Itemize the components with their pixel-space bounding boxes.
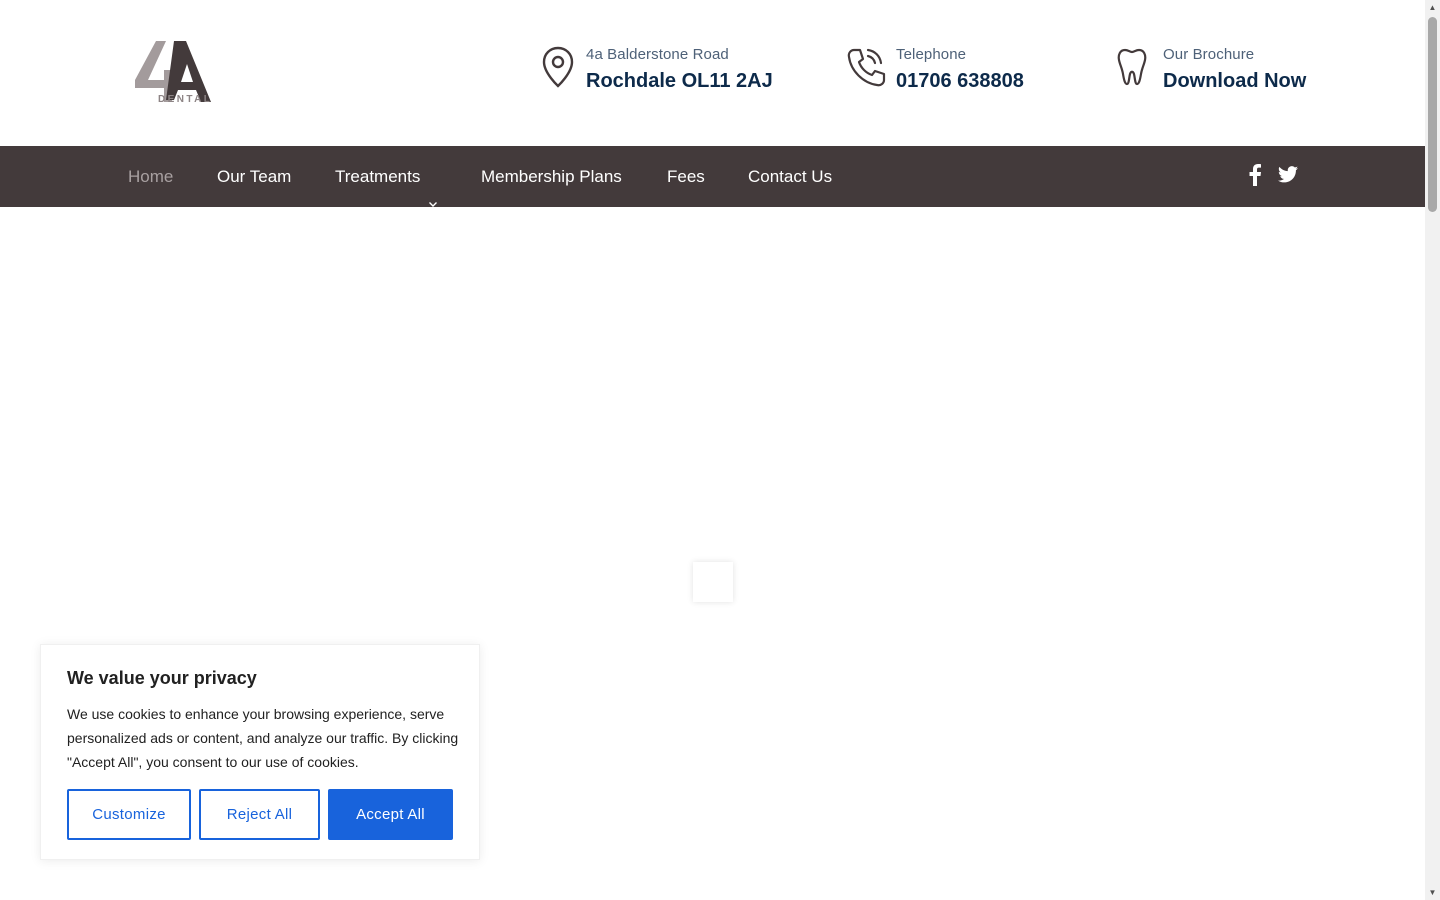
accept-all-button[interactable]: Accept All [328,789,453,840]
cookie-description: We use cookies to enhance your browsing … [67,706,459,770]
chevron-down-icon [428,173,438,207]
site-logo[interactable]: DENTAL [134,40,214,106]
logo-subtext: DENTAL [158,94,213,105]
nav-item-contact-us[interactable]: Contact Us [748,146,832,207]
page-scrollbar[interactable]: ▲ ▼ [1425,0,1440,900]
cookie-title: We value your privacy [67,668,257,688]
page-loader [693,562,733,602]
nav-item-membership-plans[interactable]: Membership Plans [481,146,622,207]
tooth-icon [1116,46,1153,88]
phone-label: Telephone [896,46,967,63]
nav-item-fees[interactable]: Fees [667,146,705,207]
scroll-down-arrow-icon[interactable]: ▼ [1425,885,1440,900]
scroll-up-arrow-icon[interactable]: ▲ [1425,0,1440,15]
phone-number[interactable]: 01706 638808 [896,66,1024,96]
customize-button[interactable]: Customize [67,789,191,840]
page: DENTAL 4a Balderstone Road Rochdale OL11… [0,0,1440,900]
nav-item-our-team[interactable]: Our Team [217,146,291,207]
reject-all-button[interactable]: Reject All [199,789,320,840]
nav-item-treatments[interactable]: Treatments [335,146,438,207]
address-city: Rochdale OL11 2AJ [586,70,773,92]
main-nav: Home Our Team Treatments Membership Plan… [0,146,1425,207]
twitter-icon[interactable] [1278,166,1298,188]
brochure-download-link[interactable]: Download Now [1163,66,1306,96]
address-line: 4a Balderstone Road [586,46,729,63]
header-brochure[interactable]: Our Brochure Download Now [1116,44,1306,96]
nav-item-treatments-label: Treatments [335,167,421,186]
header-phone[interactable]: Telephone 01706 638808 [846,44,1024,96]
site-header: DENTAL 4a Balderstone Road Rochdale OL11… [0,0,1425,146]
nav-item-home[interactable]: Home [128,146,173,207]
facebook-icon[interactable] [1248,164,1262,191]
location-pin-icon [542,46,576,88]
brochure-label: Our Brochure [1163,46,1255,63]
cookie-actions: Customize Reject All Accept All [67,789,453,840]
scrollbar-thumb[interactable] [1428,17,1437,212]
phone-icon [846,46,886,88]
cookie-consent-banner: We value your privacy We use cookies to … [40,644,480,860]
header-address: 4a Balderstone Road Rochdale OL11 2AJ [542,44,773,96]
